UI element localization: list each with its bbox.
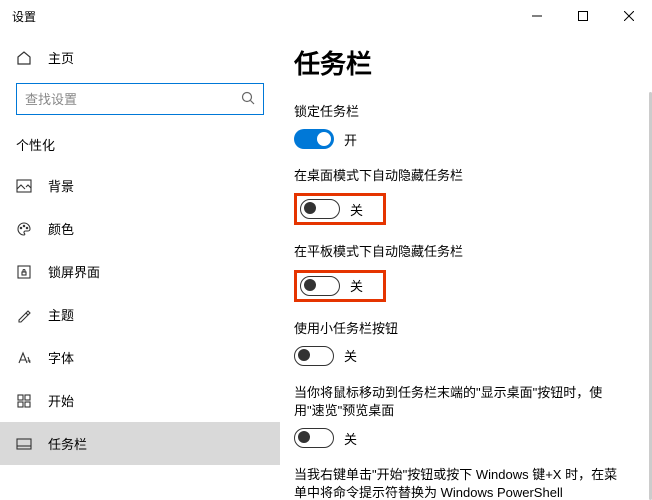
home-nav[interactable]: 主页 [0, 40, 280, 75]
page-title: 任务栏 [294, 44, 628, 81]
window-title: 设置 [12, 8, 514, 25]
sidebar-item-start[interactable]: 开始 [0, 379, 280, 422]
sidebar-item-label: 背景 [48, 176, 74, 195]
toggle-peek[interactable] [294, 428, 334, 448]
font-icon [16, 350, 32, 366]
section-label: 个性化 [0, 129, 280, 164]
setting-label-peek: 当你将鼠标移动到任务栏末端的"显示桌面"按钮时，使用"速览"预览桌面 [294, 384, 628, 420]
search-input[interactable] [25, 92, 241, 107]
setting-label-small-buttons: 使用小任务栏按钮 [294, 320, 628, 338]
toggle-lock[interactable] [294, 129, 334, 149]
palette-icon [16, 221, 32, 237]
highlight-box: 关 [294, 270, 386, 302]
search-input-container[interactable] [16, 83, 264, 115]
start-icon [16, 393, 32, 409]
content-pane: 任务栏 锁定任务栏 开 在桌面模式下自动隐藏任务栏 关 在平板模式下自动隐藏任务… [280, 32, 652, 500]
sidebar: 主页 个性化 背景 颜色 锁屏界面 主题 字体 [0, 32, 280, 500]
toggle-state: 开 [344, 130, 357, 149]
sidebar-item-themes[interactable]: 主题 [0, 293, 280, 336]
sidebar-item-colors[interactable]: 颜色 [0, 207, 280, 250]
toggle-small-buttons[interactable] [294, 346, 334, 366]
sidebar-item-background[interactable]: 背景 [0, 164, 280, 207]
highlight-box: 关 [294, 193, 386, 225]
setting-label-powershell: 当我右键单击"开始"按钮或按下 Windows 键+X 时，在菜单中将命令提示符… [294, 466, 628, 500]
theme-icon [16, 307, 32, 323]
toggle-state: 关 [344, 429, 357, 448]
toggle-hide-tablet[interactable] [300, 276, 340, 296]
toggle-hide-desktop[interactable] [300, 199, 340, 219]
minimize-button[interactable] [514, 0, 560, 32]
lockscreen-icon [16, 264, 32, 280]
sidebar-item-taskbar[interactable]: 任务栏 [0, 422, 280, 465]
home-icon [16, 50, 32, 66]
home-label: 主页 [48, 48, 74, 67]
sidebar-item-label: 开始 [48, 391, 74, 410]
sidebar-item-label: 主题 [48, 305, 74, 324]
close-button[interactable] [606, 0, 652, 32]
picture-icon [16, 178, 32, 194]
toggle-state: 关 [350, 200, 363, 219]
maximize-button[interactable] [560, 0, 606, 32]
taskbar-icon [16, 436, 32, 452]
sidebar-item-label: 字体 [48, 348, 74, 367]
titlebar: 设置 [0, 0, 652, 32]
sidebar-item-fonts[interactable]: 字体 [0, 336, 280, 379]
toggle-state: 关 [350, 276, 363, 295]
sidebar-item-label: 任务栏 [48, 434, 87, 453]
setting-label-lock: 锁定任务栏 [294, 103, 628, 121]
sidebar-item-lockscreen[interactable]: 锁屏界面 [0, 250, 280, 293]
sidebar-item-label: 锁屏界面 [48, 262, 100, 281]
search-icon [241, 91, 255, 108]
setting-label-hide-tablet: 在平板模式下自动隐藏任务栏 [294, 243, 628, 261]
sidebar-item-label: 颜色 [48, 219, 74, 238]
toggle-state: 关 [344, 346, 357, 365]
setting-label-hide-desktop: 在桌面模式下自动隐藏任务栏 [294, 167, 628, 185]
